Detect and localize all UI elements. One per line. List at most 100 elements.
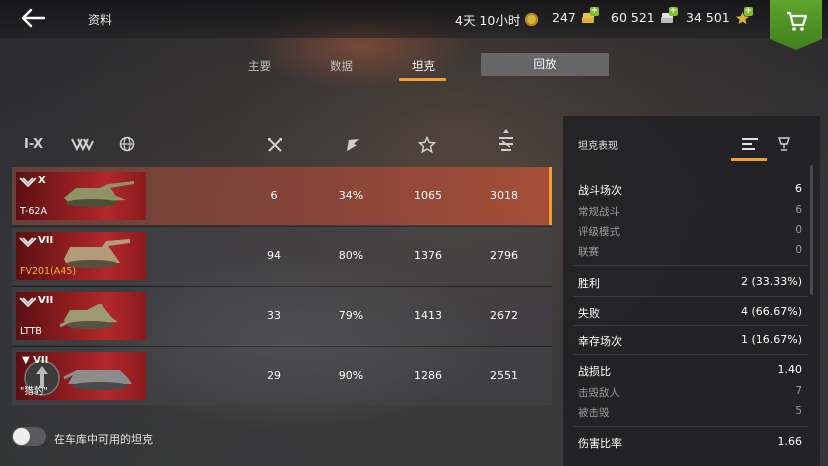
panel-scrollbar[interactable] <box>810 165 813 295</box>
avg-exp-value: 1413 <box>414 309 442 322</box>
tank-name: T-62A <box>20 206 47 217</box>
table-row[interactable]: VII FV201(A45) 94 80% 1376 2796 <box>12 227 552 285</box>
tank-icon <box>64 181 134 207</box>
winrate-value: 90% <box>338 369 364 382</box>
credits-amount: 60 521 <box>611 10 655 25</box>
available-tanks-toggle[interactable] <box>12 427 46 446</box>
winrate-icon[interactable] <box>343 136 361 154</box>
arrow-left-icon <box>21 8 46 28</box>
rank-emblem-icon <box>19 297 37 308</box>
tank-icon <box>59 304 118 329</box>
battles-value: 6 <box>270 189 278 202</box>
stat-label: 幸存场次 <box>578 335 622 348</box>
toggle-knob <box>13 428 30 445</box>
rank-emblem-icon <box>19 237 37 248</box>
add-credits-icon[interactable]: + <box>668 7 678 16</box>
winrate-value: 79% <box>338 309 364 322</box>
tank-name: LTTB <box>20 326 42 337</box>
tank-thumbnail: VII LTTB <box>16 292 146 340</box>
separator <box>573 426 808 427</box>
tank-tier: X <box>38 175 46 186</box>
separator <box>573 354 808 355</box>
winrate-value: 34% <box>338 189 364 202</box>
stat-value: 2 (33.33%) <box>740 275 802 288</box>
battles-value: 33 <box>267 309 281 322</box>
tier-filter[interactable]: I-X <box>24 137 43 155</box>
tank-name: FV201(A45) <box>20 266 77 277</box>
page-title: 资料 <box>88 13 113 27</box>
tank-tier: VII <box>38 235 54 246</box>
add-free-xp-icon[interactable]: + <box>743 7 753 16</box>
separator <box>573 296 808 297</box>
stat-value: 1.66 <box>777 435 803 448</box>
stat-value: 0 <box>795 224 802 236</box>
available-tanks-label: 在车库中可用的坦克 <box>54 433 153 446</box>
stat-label: 击毁敌人 <box>578 387 620 399</box>
tank-thumbnail: VII FV201(A45) <box>16 232 146 280</box>
battles-icon[interactable] <box>266 136 284 154</box>
stat-label: 战损比 <box>578 365 611 378</box>
damage-icon[interactable] <box>496 128 516 151</box>
tank-performance-panel: 坦克表现 战斗场次 6 常规战斗 6 评级模式 0 联赛 0 胜利 2 (33.… <box>563 116 820 466</box>
globe-icon[interactable] <box>119 136 135 154</box>
avg-damage-value: 2551 <box>490 369 518 382</box>
tank-tier: ▼ VII <box>22 355 49 366</box>
tab-main[interactable]: 主要 <box>248 58 271 74</box>
stat-label: 联赛 <box>578 246 599 258</box>
experience-icon[interactable] <box>417 135 437 154</box>
stat-label: 胜利 <box>578 277 600 290</box>
nation-filter-icon[interactable] <box>70 136 94 154</box>
tab-tanks[interactable]: 坦克 <box>412 58 435 74</box>
credits-balance[interactable]: 60 521 + <box>611 7 678 25</box>
trophy-icon[interactable] <box>776 136 796 152</box>
avg-exp-value: 1065 <box>414 189 442 202</box>
avg-exp-value: 1376 <box>414 249 442 262</box>
table-row[interactable]: ▼ VII "猎豹" 29 90% 1286 2551 <box>12 347 552 405</box>
tank-thumbnail: ▼ VII "猎豹" <box>16 352 146 400</box>
back-button[interactable] <box>20 7 46 29</box>
battles-value: 94 <box>267 249 281 262</box>
tab-data[interactable]: 数据 <box>330 58 353 74</box>
credits-icon: + <box>660 7 678 24</box>
stat-label: 失败 <box>578 307 600 320</box>
gold-balance[interactable]: 247 + <box>552 7 599 25</box>
tank-thumbnail: X T-62A <box>16 172 146 220</box>
free-xp-balance[interactable]: 34 501 + <box>686 7 753 25</box>
stat-label: 被击毁 <box>578 407 610 419</box>
active-tab-indicator <box>399 78 446 81</box>
premium-timer[interactable]: 4天 10小时 <box>455 10 539 29</box>
add-gold-icon[interactable]: + <box>589 7 599 16</box>
avg-damage-value: 2672 <box>490 309 518 322</box>
stat-label: 战斗场次 <box>578 184 622 197</box>
panel-title: 坦克表现 <box>578 141 618 152</box>
stat-label: 评级模式 <box>578 226 620 238</box>
premium-icon <box>525 13 539 26</box>
star-icon: + <box>735 7 753 24</box>
stat-value: 7 <box>795 385 802 397</box>
premium-timer-text: 4天 10小时 <box>455 13 521 28</box>
stat-value: 1 (16.67%) <box>740 333 802 346</box>
panel-tab-indicator <box>731 158 767 161</box>
tank-tier-text: VII <box>33 355 49 366</box>
separator <box>573 265 808 266</box>
avg-damage-value: 3018 <box>490 189 518 202</box>
stat-value: 6 <box>795 182 802 195</box>
table-row[interactable]: VII LTTB 33 79% 1413 2672 <box>12 287 552 345</box>
tank-tier: VII <box>38 295 54 306</box>
avg-damage-value: 2796 <box>490 249 518 262</box>
top-bar: 资料 4天 10小时 247 + 60 521 + 34 501 + <box>0 0 828 38</box>
free-xp-amount: 34 501 <box>686 10 730 25</box>
stat-label: 伤害比率 <box>578 437 622 450</box>
stat-value: 1.40 <box>777 363 803 376</box>
stat-value: 6 <box>795 204 802 216</box>
table-row[interactable]: X T-62A 6 34% 1065 3018 <box>12 167 552 225</box>
tank-name: "猎豹" <box>20 386 48 397</box>
gold-amount: 247 <box>552 10 576 25</box>
stat-value: 5 <box>795 405 802 417</box>
list-view-icon[interactable] <box>741 136 761 152</box>
cart-icon <box>787 11 808 31</box>
battles-value: 29 <box>267 369 281 382</box>
stat-value: 4 (66.67%) <box>740 305 802 318</box>
tab-replay[interactable]: 回放 <box>481 53 609 76</box>
tank-table: X T-62A 6 34% 1065 3018 VII FV201(A45) 9… <box>12 167 552 407</box>
